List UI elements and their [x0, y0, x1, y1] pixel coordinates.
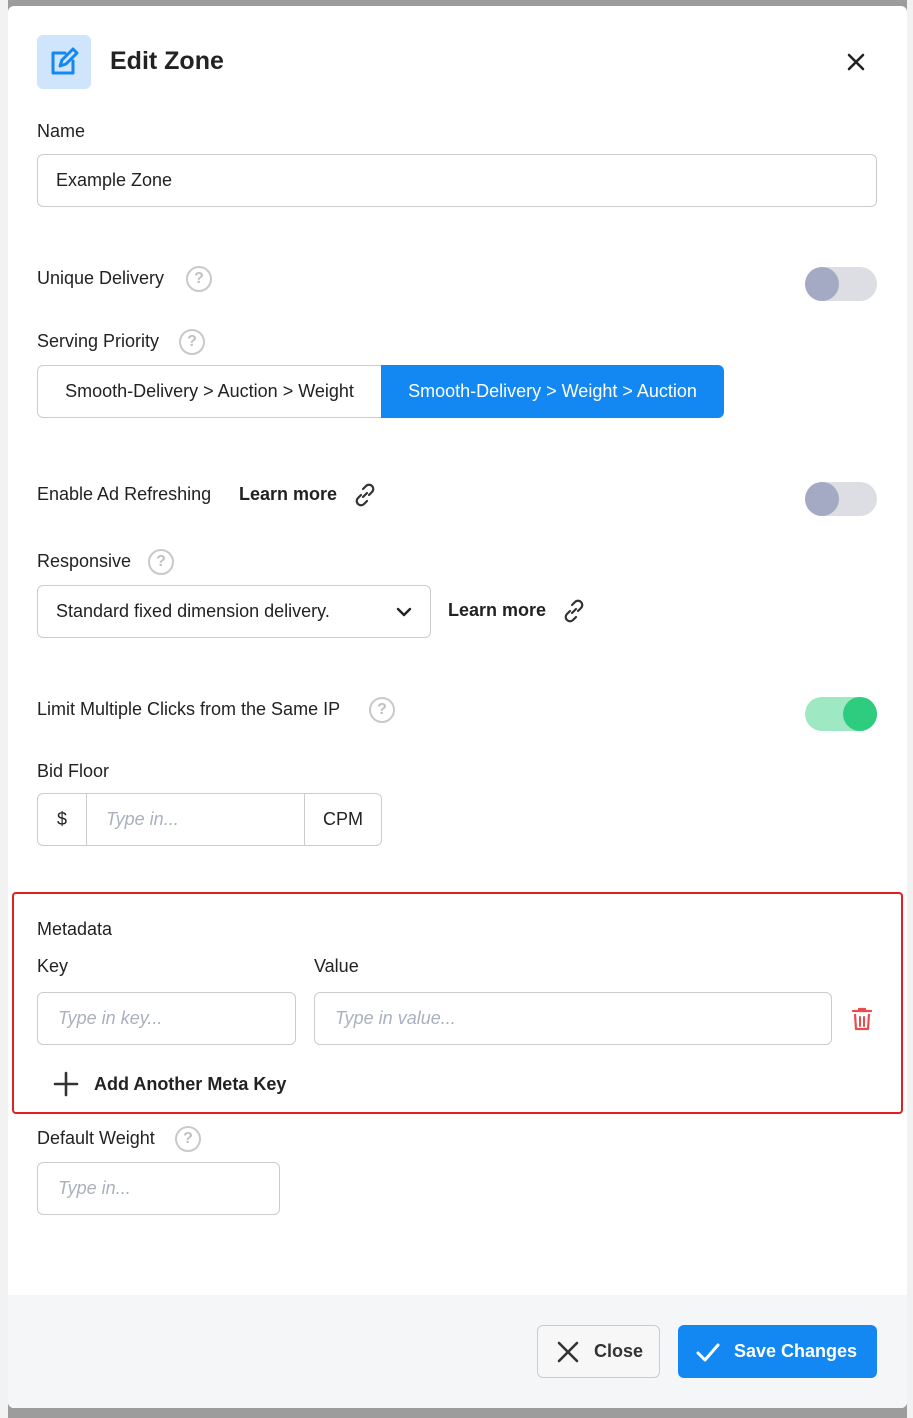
unique-delivery-toggle[interactable] [805, 267, 877, 301]
metadata-key-label: Key [37, 956, 69, 976]
default-weight-label: Default Weight [37, 1128, 155, 1148]
add-meta-key-button[interactable]: Add Another Meta Key [53, 1070, 286, 1098]
help-icon[interactable]: ? [179, 329, 205, 355]
currency-prefix: $ [38, 794, 87, 845]
bid-floor-input[interactable]: Type in... [87, 794, 305, 845]
default-weight-input[interactable]: Type in... [37, 1162, 280, 1215]
responsive-select-value: Standard fixed dimension delivery. [56, 601, 330, 621]
bid-floor-input-group: $ Type in... CPM [37, 793, 382, 846]
ad-refreshing-toggle[interactable] [805, 482, 877, 516]
close-button-label: Close [594, 1341, 644, 1361]
help-icon[interactable]: ? [175, 1126, 201, 1152]
toggle-knob [805, 482, 839, 516]
help-icon[interactable]: ? [186, 266, 212, 292]
responsive-learn-more-link[interactable]: Learn more [448, 600, 546, 621]
toggle-knob [843, 697, 877, 731]
unique-delivery-label: Unique Delivery [37, 268, 165, 288]
ad-refreshing-learn-more-link[interactable]: Learn more [239, 484, 337, 505]
toggle-knob [805, 267, 839, 301]
link-icon[interactable] [561, 598, 587, 624]
background-page-left [0, 0, 8, 1418]
close-icon[interactable] [844, 50, 868, 74]
responsive-label: Responsive [37, 551, 132, 571]
bid-floor-label: Bid Floor [37, 761, 110, 781]
close-icon [556, 1340, 580, 1364]
plus-icon [53, 1071, 79, 1097]
background-page-right [907, 0, 913, 1418]
chevron-down-icon [396, 601, 412, 622]
limit-clicks-toggle[interactable] [805, 697, 877, 731]
metadata-value-label: Value [314, 956, 359, 976]
help-icon[interactable]: ? [148, 549, 174, 575]
name-label: Name [37, 121, 86, 141]
edit-zone-modal: Edit Zone Name Example Zone Unique Deliv… [8, 6, 907, 1408]
limit-clicks-label: Limit Multiple Clicks from the Same IP [37, 699, 341, 719]
ad-refreshing-label: Enable Ad Refreshing [37, 484, 212, 504]
responsive-select[interactable]: Standard fixed dimension delivery. [37, 585, 431, 638]
add-meta-key-label: Add Another Meta Key [94, 1073, 287, 1094]
save-changes-button[interactable]: Save Changes [678, 1325, 877, 1378]
modal-title: Edit Zone [110, 47, 224, 75]
save-changes-label: Save Changes [734, 1341, 858, 1361]
metadata-key-input[interactable]: Type in key... [37, 992, 296, 1045]
serving-priority-label: Serving Priority [37, 331, 160, 351]
link-icon[interactable] [352, 482, 378, 508]
close-button[interactable]: Close [537, 1325, 660, 1378]
metadata-value-input[interactable]: Type in value... [314, 992, 832, 1045]
edit-icon [37, 35, 91, 89]
cpm-suffix: CPM [323, 809, 363, 829]
help-icon[interactable]: ? [369, 697, 395, 723]
serving-priority-option-weight-auction[interactable]: Smooth-Delivery > Weight > Auction [381, 365, 724, 418]
trash-icon[interactable] [850, 1006, 874, 1032]
metadata-label: Metadata [37, 919, 113, 939]
serving-priority-option-auction-weight[interactable]: Smooth-Delivery > Auction > Weight [37, 365, 381, 418]
check-icon [695, 1341, 721, 1363]
name-input[interactable]: Example Zone [37, 154, 877, 207]
